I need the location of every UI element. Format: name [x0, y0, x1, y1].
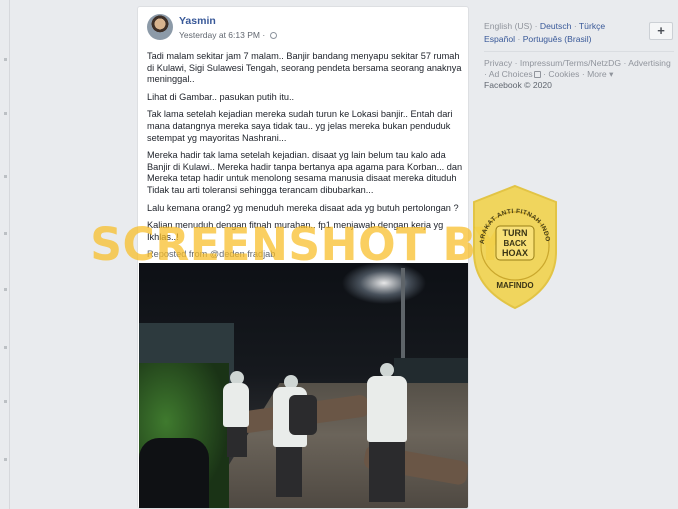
- post-paragraph: Lihat di Gambar.. pasukan putih itu..: [147, 91, 295, 102]
- copyright: Facebook © 2020: [484, 80, 552, 91]
- person-legs: [276, 447, 302, 497]
- stamp-line-turn: TURN: [503, 228, 528, 238]
- stamp-bottom-text: MAFINDO: [496, 281, 533, 290]
- globe-icon[interactable]: [269, 32, 277, 39]
- right-sidebar: English (US) · Deutsch · Türkçe Español …: [484, 20, 674, 90]
- language-link[interactable]: Deutsch: [540, 21, 572, 31]
- post-paragraph: Lalu kemana orang2 yg menuduh mereka dis…: [147, 202, 459, 213]
- footer-link-adchoices[interactable]: Ad Choices: [489, 69, 541, 79]
- post-paragraph: Tak lama setelah kejadian mereka sudah t…: [147, 109, 453, 143]
- left-scroll-gutter: [0, 0, 10, 509]
- person: [367, 376, 407, 442]
- add-language-button[interactable]: +: [649, 22, 673, 40]
- turn-back-hoax-stamp: MASYARAKAT ANTI FITNAH INDONESIA TURN BA…: [472, 184, 557, 310]
- language-current: English (US): [484, 21, 533, 31]
- stamp-line-back: BACK: [503, 239, 526, 248]
- person: [223, 383, 249, 427]
- post-paragraph: Tadi malam sekitar jam 7 malam.. Banjir …: [147, 51, 462, 85]
- motorbike: [139, 438, 209, 508]
- sidebar-divider: [484, 51, 674, 52]
- caret-down-icon: ▾: [609, 69, 614, 80]
- language-links: English (US) · Deutsch · Türkçe Español …: [484, 21, 606, 44]
- person-legs: [227, 427, 247, 457]
- screenshot-watermark: SCREENSHOT BY: [90, 218, 507, 271]
- post-meta: Yesterday at 6:13 PM ·: [179, 30, 277, 40]
- post-paragraph: Mereka hadir tak lama setelah kejadian. …: [147, 150, 463, 195]
- language-link[interactable]: Türkçe: [579, 21, 605, 31]
- post-author[interactable]: Yasmin: [179, 15, 216, 27]
- footer-link-terms[interactable]: Impressum/Terms/NetzDG: [520, 58, 621, 68]
- backpack: [289, 395, 317, 435]
- language-link[interactable]: Português (Brasil): [523, 34, 592, 44]
- footer-links: Privacy · Impressum/Terms/NetzDG · Adver…: [484, 58, 671, 91]
- footer-link-advertising[interactable]: Advertising: [628, 58, 671, 68]
- stamp-line-hoax: HOAX: [502, 248, 528, 258]
- person-head: [380, 363, 394, 377]
- post-photo[interactable]: [139, 263, 468, 508]
- post-timestamp[interactable]: Yesterday at 6:13 PM: [179, 30, 260, 40]
- footer-link-more[interactable]: More ▾: [587, 69, 613, 79]
- person-legs: [369, 442, 405, 502]
- footer-link-privacy[interactable]: Privacy: [484, 58, 512, 68]
- language-link[interactable]: Español: [484, 34, 515, 44]
- post-header: Yasmin Yesterday at 6:13 PM ·: [147, 14, 447, 48]
- adchoices-icon: [533, 71, 541, 79]
- footer-link-cookies[interactable]: Cookies: [548, 69, 579, 79]
- avatar[interactable]: [147, 14, 173, 40]
